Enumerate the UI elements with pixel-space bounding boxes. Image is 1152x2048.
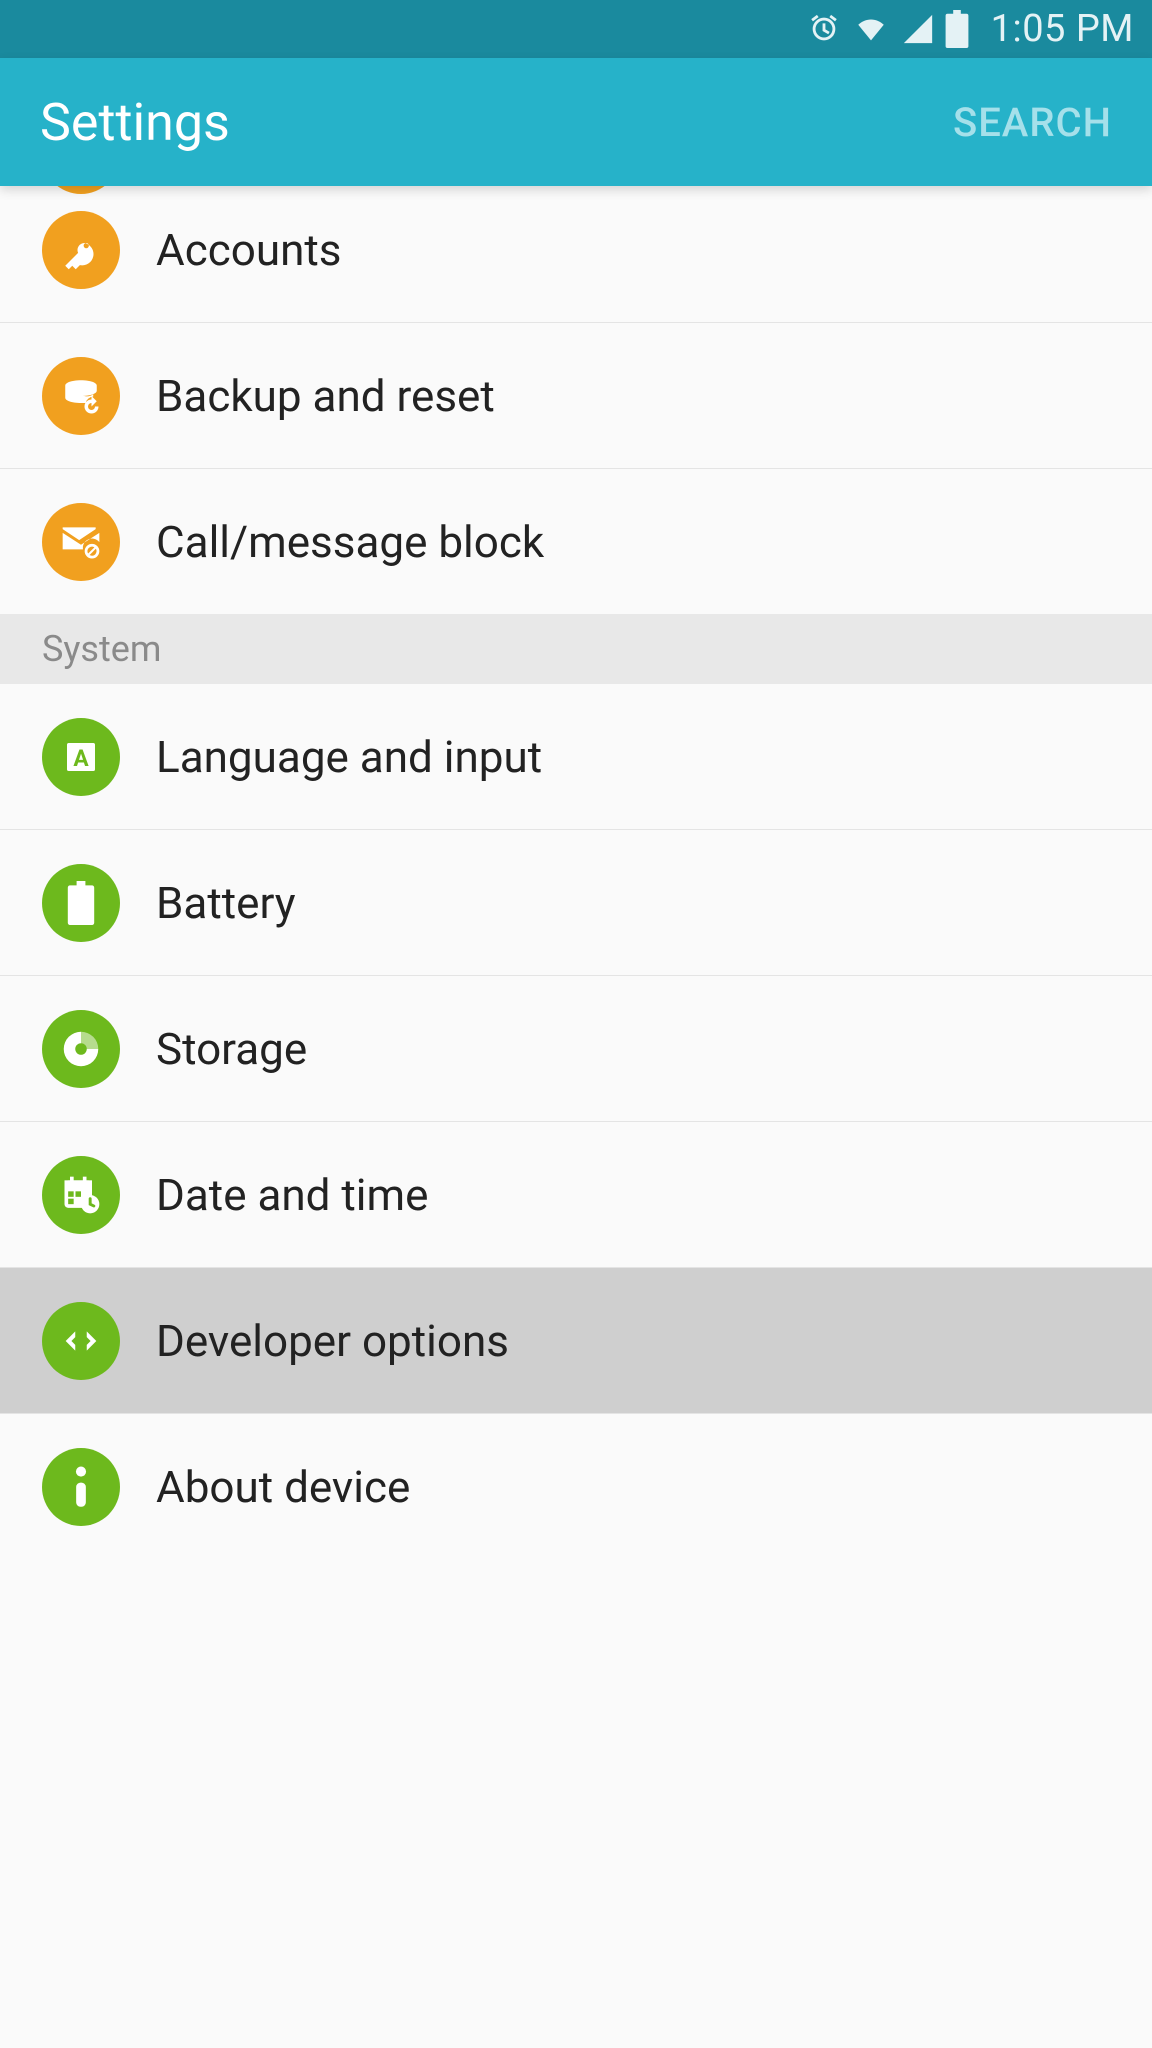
settings-item-language[interactable]: A Language and input (0, 684, 1152, 829)
settings-item-storage[interactable]: Storage (0, 976, 1152, 1121)
alarm-icon (807, 12, 841, 46)
backup-icon (42, 357, 120, 435)
status-bar: 1:05 PM (0, 0, 1152, 58)
settings-item-label: About device (156, 1461, 410, 1513)
block-icon (42, 503, 120, 581)
settings-item-label: Backup and reset (156, 370, 495, 422)
signal-icon (901, 12, 935, 46)
svg-text:A: A (73, 744, 89, 771)
about-icon (42, 1448, 120, 1526)
settings-item-label: Call/message block (156, 516, 544, 568)
status-time: 1:05 PM (991, 7, 1134, 51)
settings-item-label: Battery (156, 877, 296, 929)
battery-icon (945, 10, 969, 48)
settings-item-label: Accounts (156, 224, 342, 276)
storage-icon (42, 1010, 120, 1088)
settings-item-label: Language and input (156, 731, 542, 783)
search-button[interactable]: SEARCH (953, 99, 1112, 146)
wifi-icon (851, 12, 891, 46)
settings-item-backup-reset[interactable]: Backup and reset (0, 323, 1152, 468)
page-title: Settings (40, 92, 230, 153)
settings-item-battery[interactable]: Battery (0, 830, 1152, 975)
key-icon (42, 211, 120, 289)
settings-item-label: Developer options (156, 1315, 509, 1367)
settings-item-developer-options[interactable]: Developer options (0, 1268, 1152, 1413)
settings-item-datetime[interactable]: Date and time (0, 1122, 1152, 1267)
settings-item-call-block[interactable]: Call/message block (0, 469, 1152, 614)
battery-icon-row (42, 864, 120, 942)
settings-list[interactable]: Accessibility Accounts Backup and reset … (0, 116, 1152, 1559)
app-bar: Settings SEARCH (0, 58, 1152, 186)
section-header-system: System (0, 614, 1152, 684)
settings-item-label: Storage (156, 1023, 307, 1075)
language-icon: A (42, 718, 120, 796)
settings-item-accounts[interactable]: Accounts (0, 177, 1152, 322)
settings-item-label: Date and time (156, 1169, 428, 1221)
settings-item-about[interactable]: About device (0, 1414, 1152, 1559)
status-icons (807, 10, 969, 48)
datetime-icon (42, 1156, 120, 1234)
devopts-icon (42, 1302, 120, 1380)
